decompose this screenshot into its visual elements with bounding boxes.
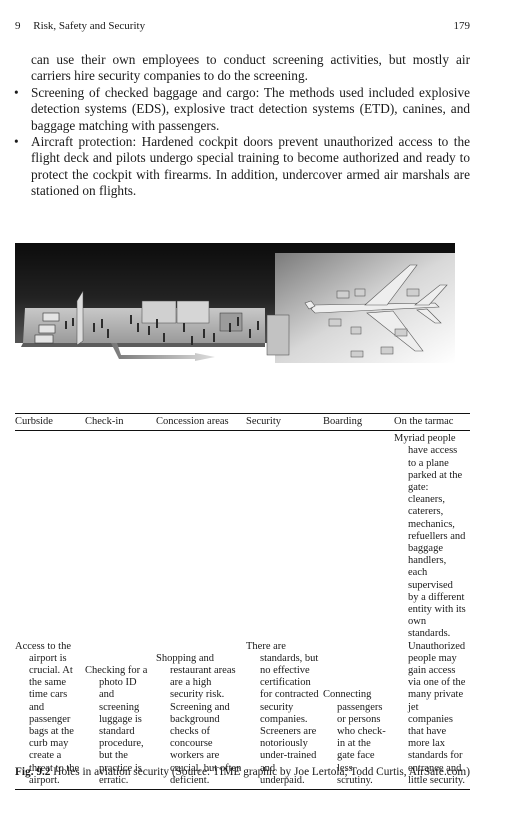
cell-check-in: Checking for a photo ID and screening lu…	[85, 431, 156, 790]
chapter-number: 9	[15, 20, 21, 32]
bullet-text: Screening of checked baggage and cargo: …	[31, 84, 470, 133]
bullet-text: Aircraft protection: Hardened cockpit do…	[31, 134, 470, 199]
running-head: 9 Risk, Safety and Security 179	[15, 20, 470, 32]
bullet-item-baggage: • Screening of checked baggage and cargo…	[14, 84, 470, 134]
page-number: 179	[453, 20, 471, 32]
continuation-paragraph: can use their own employees to conduct s…	[31, 52, 470, 84]
entrance-wall	[76, 290, 84, 346]
security-holes-table: Curbside Check-in Concession areas Secur…	[15, 413, 470, 790]
bullet-icon: •	[14, 84, 19, 100]
cell-boarding: Connecting passengers or persons who che…	[323, 431, 394, 790]
chapter-heading: 9 Risk, Safety and Security	[15, 20, 145, 32]
shop-left	[141, 300, 177, 324]
floor-edge	[21, 343, 265, 347]
column-header-concession-areas: Concession areas	[156, 416, 229, 427]
table-header-row: Curbside Check-in Concession areas Secur…	[15, 413, 470, 431]
table-row: Access to the airport is crucial. At the…	[15, 431, 470, 790]
caption-text: Holes in aviation security (Source: TIME…	[50, 766, 470, 778]
column-header-boarding: Boarding	[323, 416, 363, 427]
column-header-check-in: Check-in	[85, 416, 124, 427]
car-icon	[38, 324, 56, 334]
security-holes-table-wrap: Curbside Check-in Concession areas Secur…	[15, 413, 470, 790]
bullet-item-aircraft: • Aircraft protection: Hardened cockpit …	[14, 134, 470, 200]
airport-graphic	[15, 243, 471, 365]
boarding-gate	[266, 314, 290, 356]
car-icon	[42, 312, 60, 322]
figure-caption: Fig. 9.2 Holes in aviation security (Sou…	[15, 765, 470, 780]
column-header-security: Security	[246, 416, 281, 427]
column-header-on-the-tarmac: On the tarmac	[394, 416, 454, 427]
bullet-icon: •	[14, 134, 19, 150]
body-text: can use their own employees to conduct s…	[14, 52, 470, 200]
cell-security: There are standards, but no effective ce…	[246, 431, 323, 790]
car-icon	[34, 334, 54, 344]
cell-text: Myriad people have access to a plane par…	[394, 433, 466, 786]
cell-concession-areas: Shopping and restaurant areas are a high…	[156, 431, 246, 790]
column-header-curbside: Curbside	[15, 416, 53, 427]
chapter-title: Risk, Safety and Security	[33, 20, 146, 32]
caption-label: Fig. 9.2	[15, 766, 51, 778]
shop-right	[176, 300, 210, 324]
airport-illustration	[15, 243, 471, 365]
cell-on-the-tarmac: Myriad people have access to a plane par…	[394, 431, 470, 790]
cell-curbside: Access to the airport is crucial. At the…	[15, 431, 85, 790]
